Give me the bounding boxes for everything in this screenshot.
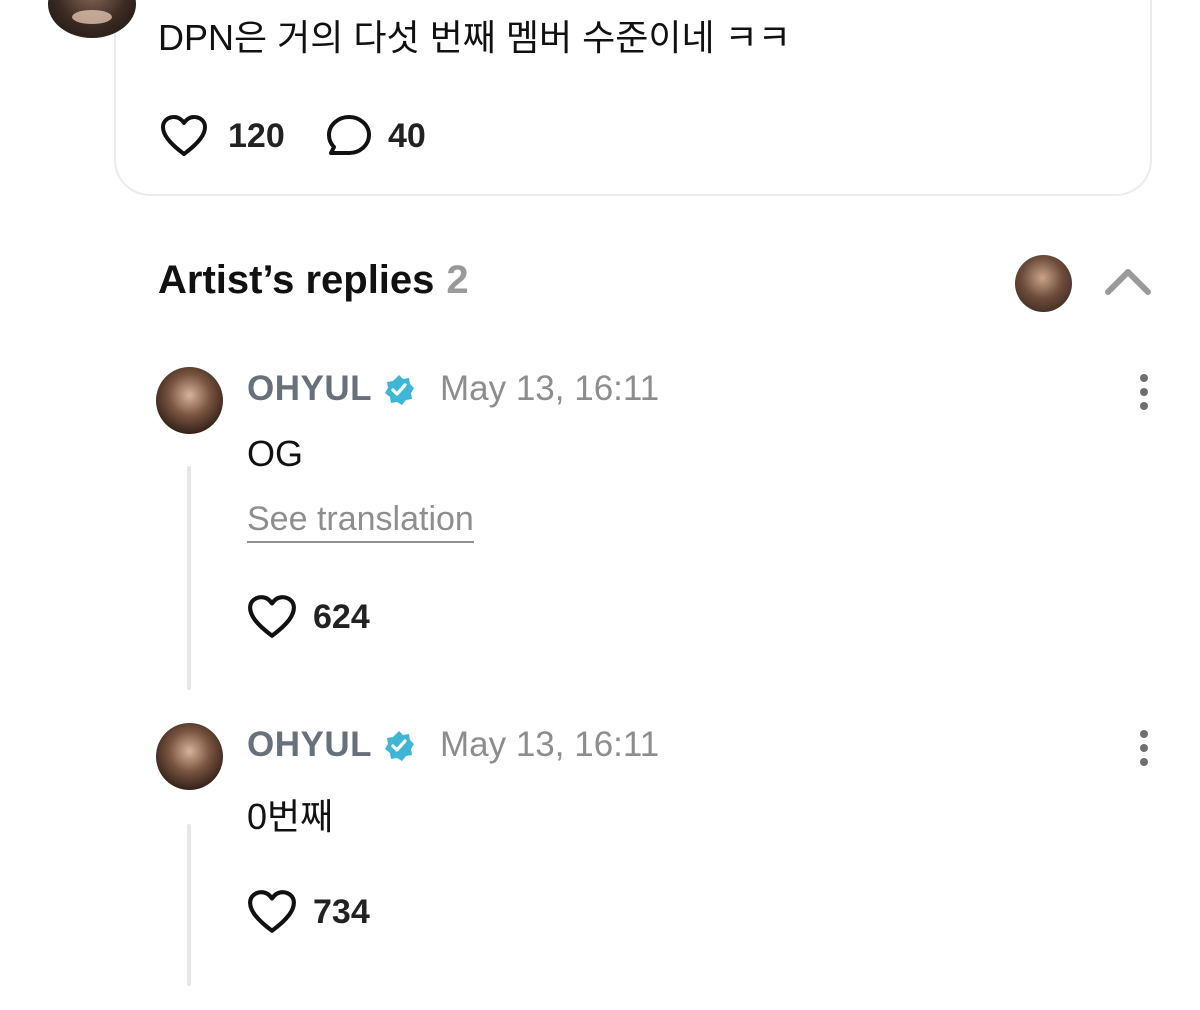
- reply-timestamp: May 13, 16:11: [440, 369, 660, 408]
- artist-avatar[interactable]: [1015, 255, 1072, 312]
- avatar[interactable]: [156, 367, 223, 434]
- see-translation-link[interactable]: See translation: [247, 500, 474, 543]
- avatar[interactable]: [156, 723, 223, 790]
- reply-like-button[interactable]: 734: [247, 889, 370, 935]
- heart-icon: [248, 890, 296, 933]
- thread-line: [187, 824, 191, 986]
- post-comment-count: 40: [388, 116, 426, 155]
- reply-text: 0번째: [247, 796, 334, 837]
- chevron-up-icon[interactable]: [1104, 266, 1152, 296]
- thread-line: [187, 466, 191, 690]
- reply-author-name[interactable]: OHYUL: [247, 725, 372, 765]
- post-text: DPN은 거의 다섯 번째 멤버 수준이네 ㅋㅋ: [158, 17, 791, 58]
- heart-icon: [161, 115, 207, 156]
- reply-author-name[interactable]: OHYUL: [247, 369, 372, 409]
- reply-like-count: 624: [313, 597, 370, 636]
- verified-badge-icon: [385, 731, 414, 761]
- reply-timestamp: May 13, 16:11: [440, 725, 660, 764]
- comment-icon: [327, 115, 371, 155]
- post-like-button[interactable]: 120: [160, 114, 285, 158]
- artist-replies-title: Artist’s replies 2: [158, 258, 469, 303]
- artist-replies-count: 2: [446, 258, 469, 302]
- post-comment-button[interactable]: 40: [326, 114, 426, 158]
- more-vertical-icon[interactable]: [1137, 374, 1151, 416]
- artist-replies-label: Artist’s replies: [158, 258, 435, 302]
- verified-badge-icon: [385, 375, 414, 405]
- heart-icon: [248, 595, 296, 638]
- reply-like-button[interactable]: 624: [247, 594, 370, 640]
- more-vertical-icon[interactable]: [1137, 730, 1151, 772]
- post-like-count: 120: [228, 116, 285, 155]
- reply-like-count: 734: [313, 892, 370, 931]
- reply-text: OG: [247, 433, 304, 474]
